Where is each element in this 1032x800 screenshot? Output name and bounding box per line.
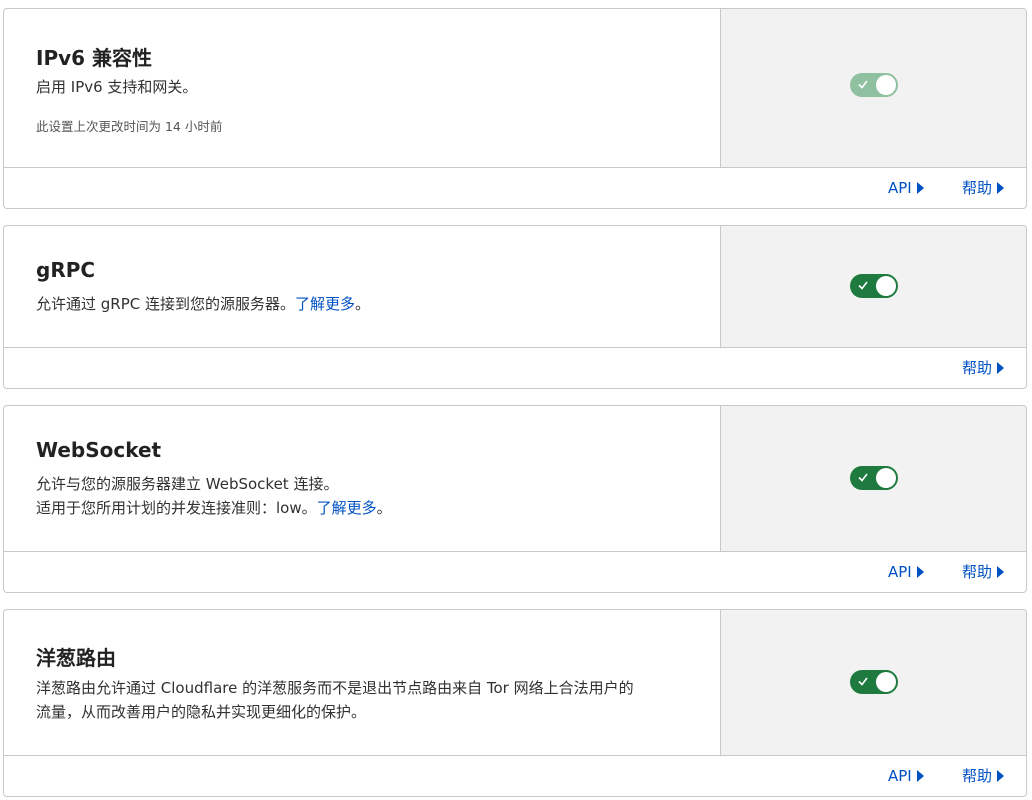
onion-routing-title: 洋葱路由 [36, 646, 116, 670]
ipv6-title: IPv6 兼容性 [36, 46, 153, 70]
toggle-knob [876, 672, 896, 692]
websocket-learn-more-link[interactable]: 了解更多 [317, 499, 377, 517]
toggle-knob [876, 276, 896, 296]
check-icon [858, 677, 868, 686]
ipv6-api-link[interactable]: API [888, 168, 924, 208]
onion-routing-description: 洋葱路由允许通过 Cloudflare 的洋葱服务而不是退出节点路由来自 Tor… [36, 679, 634, 721]
onion-routing-api-link[interactable]: API [888, 756, 924, 796]
ipv6-card: IPv6 兼容性 启用 IPv6 支持和网关。 此设置上次更改时间为 14 小时… [3, 8, 1027, 209]
caret-right-icon [916, 769, 924, 782]
websocket-control-panel [720, 406, 1026, 551]
grpc-footer: 帮助 [4, 348, 1026, 388]
caret-right-icon [997, 565, 1005, 578]
ipv6-toggle[interactable] [850, 73, 898, 97]
grpc-title: gRPC [36, 258, 96, 282]
grpc-toggle[interactable] [850, 274, 898, 298]
websocket-title: WebSocket [36, 438, 162, 462]
grpc-card: gRPC 允许通过 gRPC 连接到您的源服务器。了解更多。 帮助 [3, 225, 1027, 389]
websocket-description: 允许与您的源服务器建立 WebSocket 连接。 适用于您所用计划的并发连接准则… [36, 475, 392, 517]
caret-right-icon [997, 181, 1005, 194]
onion-routing-footer: API 帮助 [4, 756, 1026, 796]
onion-routing-card: 洋葱路由 洋葱路由允许通过 Cloudflare 的洋葱服务而不是退出节点路由来… [3, 609, 1027, 797]
check-icon [858, 281, 868, 290]
websocket-footer: API 帮助 [4, 552, 1026, 592]
toggle-knob [876, 75, 896, 95]
toggle-knob [876, 468, 896, 488]
caret-right-icon [997, 769, 1005, 782]
ipv6-footer: API 帮助 [4, 168, 1026, 208]
onion-routing-toggle[interactable] [850, 670, 898, 694]
check-icon [858, 473, 868, 482]
check-icon [858, 80, 868, 89]
ipv6-control-panel [720, 9, 1026, 167]
grpc-control-panel [720, 226, 1026, 347]
onion-routing-control-panel [720, 610, 1026, 755]
onion-routing-help-link[interactable]: 帮助 [962, 756, 1005, 796]
ipv6-last-changed: 此设置上次更改时间为 14 小时前 [36, 119, 223, 134]
ipv6-help-link[interactable]: 帮助 [962, 168, 1005, 208]
websocket-help-link[interactable]: 帮助 [962, 552, 1005, 592]
grpc-description: 允许通过 gRPC 连接到您的源服务器。了解更多。 [36, 295, 371, 313]
caret-right-icon [997, 361, 1005, 374]
grpc-help-link[interactable]: 帮助 [962, 348, 1005, 388]
ipv6-description: 启用 IPv6 支持和网关。 [36, 78, 198, 96]
caret-right-icon [916, 181, 924, 194]
caret-right-icon [916, 565, 924, 578]
websocket-toggle[interactable] [850, 466, 898, 490]
websocket-card: WebSocket 允许与您的源服务器建立 WebSocket 连接。 适用于您所… [3, 405, 1027, 593]
grpc-learn-more-link[interactable]: 了解更多 [295, 295, 355, 313]
websocket-api-link[interactable]: API [888, 552, 924, 592]
